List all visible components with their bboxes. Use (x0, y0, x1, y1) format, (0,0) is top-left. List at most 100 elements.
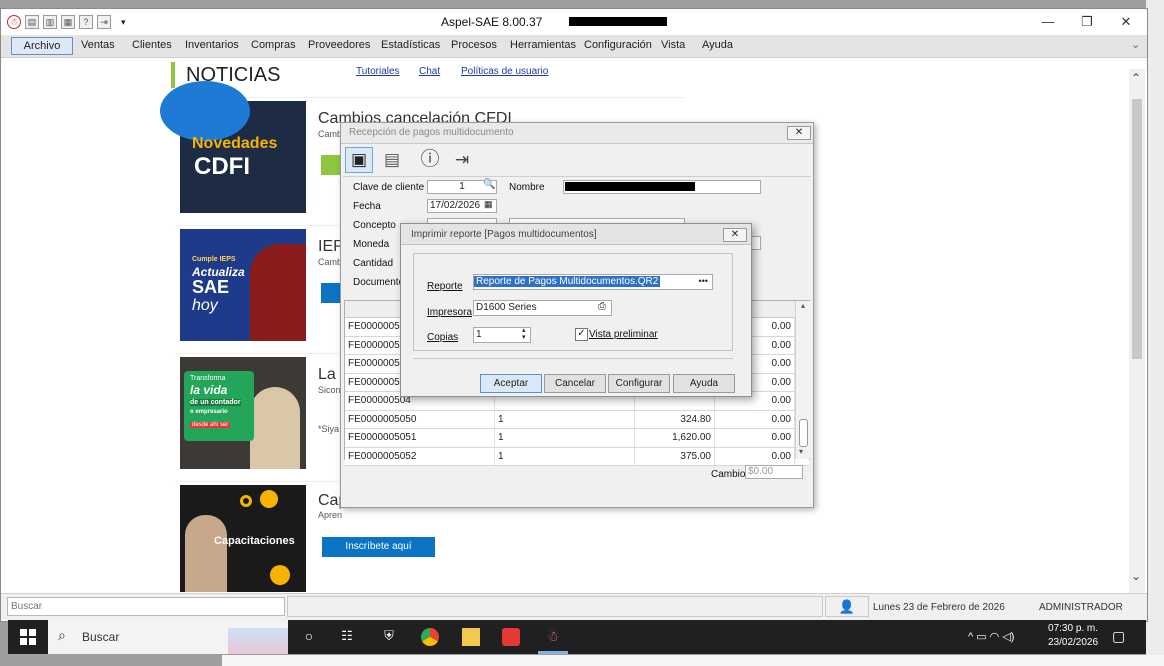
close-icon[interactable]: ✕ (723, 228, 747, 242)
news-image[interactable]: Cumple IEPS Actualiza SAE hoy (180, 229, 306, 341)
menu-vista[interactable]: Vista (661, 39, 685, 51)
menu-ventas[interactable]: Ventas (81, 39, 115, 51)
close-icon[interactable]: ✕ (787, 126, 811, 140)
printer-icon[interactable]: ⎙ (598, 301, 606, 312)
chrome-icon[interactable] (421, 628, 439, 646)
nombre-label: Nombre (509, 182, 545, 193)
link-politicas[interactable]: Políticas de usuario (461, 66, 548, 77)
concepto-label: Concepto (353, 220, 396, 231)
menu-procesos[interactable]: Procesos (451, 39, 497, 51)
aspel-logo-icon[interactable]: ☃ (7, 15, 21, 29)
chevron-down-icon[interactable]: ⌄ (1131, 38, 1140, 51)
divider (413, 358, 733, 359)
help-icon[interactable]: ? (79, 15, 93, 29)
cantidad-label: Cantidad (353, 258, 394, 269)
menu-compras[interactable]: Compras (251, 39, 296, 51)
taskbar: ⌕ Buscar ○ ☷ ⛨ ☃ ^ ▭ ◠ ◁) 07:30 p. m. 23… (8, 620, 1146, 654)
news-card-subtitle: Camb (318, 257, 343, 267)
news-image[interactable]: Novedades CDFI (160, 81, 306, 213)
tray-clock[interactable]: 07:30 p. m. 23/02/2026 (1048, 622, 1098, 650)
title-bar: ☃ ▤ ▥ ▦ ? ⇥ ▾ Aspel-SAE 8.00.37 — ❐ ✕ (1, 9, 1147, 35)
taskbar-search-box[interactable]: ⌕ Buscar (48, 620, 288, 654)
menu-clientes[interactable]: Clientes (132, 39, 172, 51)
status-date: Lunes 23 de Febrero de 2026 (873, 602, 1005, 613)
configurar-button[interactable]: Configurar (608, 374, 670, 393)
dialog-title: Recepción de pagos multidocumento (349, 127, 514, 138)
print-icon[interactable]: ▤ (379, 147, 405, 173)
cell-documento: FE0000005052 (345, 447, 495, 465)
menu-herramientas[interactable]: Herramientas (510, 39, 576, 51)
windows-start-icon[interactable] (20, 629, 36, 645)
exit-icon[interactable]: ⇥ (97, 15, 111, 29)
task-view-icon[interactable]: ○ (300, 628, 318, 646)
status-user: ADMINISTRADOR (1039, 602, 1123, 613)
inscribete-button[interactable]: Inscríbete aquí (322, 537, 435, 557)
aspel-sae-icon[interactable]: ☃ (544, 628, 562, 646)
link-chat[interactable]: Chat (419, 66, 440, 77)
vista-preliminar-checkbox[interactable]: ✓ (575, 328, 588, 341)
save-icon[interactable]: ▣ (345, 147, 373, 173)
news-card-note: *Siya (318, 424, 340, 434)
search-input[interactable] (7, 597, 285, 616)
cambio-input[interactable]: $0.00 (745, 465, 803, 479)
news-accent-bar (171, 62, 175, 88)
restore-button[interactable]: ❐ (1072, 13, 1102, 31)
close-button[interactable]: ✕ (1111, 13, 1141, 31)
exit-icon[interactable]: ⇥ (449, 147, 475, 173)
menu-inventarios[interactable]: Inventarios (185, 39, 239, 51)
aceptar-button[interactable]: Aceptar (480, 374, 542, 393)
widgets-icon[interactable]: ☷ (338, 628, 356, 646)
moneda-label: Moneda (353, 239, 390, 250)
customize-dropdown-icon[interactable]: ▾ (121, 17, 126, 28)
security-icon[interactable]: ⛨ (380, 628, 398, 646)
menu-configuracion[interactable]: Configuración (584, 39, 652, 51)
reporte-input[interactable]: Reporte de Pagos Multidocumentos.QR2 ••• (473, 274, 713, 290)
table-row[interactable]: FE0000005051 1 1,620.00 0.00 (345, 429, 809, 448)
dialog-title-bar: Imprimir reporte [Pagos multidocumentos]… (401, 224, 751, 245)
doc-icon[interactable]: ▤ (25, 15, 39, 29)
news-image[interactable]: Capacitaciones (180, 485, 306, 592)
minimize-button[interactable]: — (1033, 13, 1063, 31)
status-panel (287, 596, 823, 617)
file-explorer-icon[interactable] (462, 628, 480, 646)
user-icon: 👤 (825, 596, 869, 617)
browse-icon[interactable]: ••• (699, 275, 708, 287)
calculator-icon[interactable]: ▦ (61, 15, 75, 29)
doc-list-icon[interactable]: ▥ (43, 15, 57, 29)
spin-icon[interactable]: ▴ ▾ (522, 327, 526, 341)
calendar-icon[interactable]: ▦ (484, 199, 493, 210)
menu-ayuda[interactable]: Ayuda (702, 39, 733, 51)
menu-proveedores[interactable]: Proveedores (308, 39, 370, 51)
quick-access-toolbar: ☃ ▤ ▥ ▦ ? ⇥ ▾ (7, 13, 126, 31)
chevron-down-icon[interactable]: ⌄ (1131, 569, 1141, 583)
cancelar-button[interactable]: Cancelar (544, 374, 606, 393)
divider (343, 176, 811, 177)
copias-label: Copias (427, 332, 459, 343)
impresora-input[interactable]: D1600 Series (473, 300, 612, 316)
news-card-subtitle: Apren (318, 510, 343, 520)
menu-bar: Archivo Ventas Clientes Inventarios Comp… (1, 35, 1147, 58)
vista-preliminar-label: Vista preliminar (589, 329, 658, 340)
cell-saldo: 0.00 (715, 410, 795, 428)
news-image[interactable]: Transforma la vida de un contador o empr… (180, 357, 306, 469)
reporte-label: Reporte (427, 281, 463, 292)
system-tray-icons[interactable]: ^ ▭ ◠ ◁) (968, 630, 1014, 643)
search-icon[interactable]: 🔍 (483, 179, 495, 190)
chevron-up-icon[interactable]: ⌃ (1131, 71, 1141, 85)
ayuda-button[interactable]: Ayuda (673, 374, 735, 393)
table-row[interactable]: FE0000005052 1 375.00 0.00 (345, 447, 809, 466)
app-icon[interactable] (502, 628, 520, 646)
status-bar: 👤 Lunes 23 de Febrero de 2026 ADMINISTRA… (1, 593, 1147, 620)
table-row[interactable]: FE0000005050 1 324.80 0.00 (345, 410, 809, 429)
grid-scrollbar[interactable]: ▴ ▾ (795, 301, 810, 459)
notification-icon[interactable]: ▢ (1112, 628, 1125, 645)
link-tutoriales[interactable]: Tutoriales (356, 66, 400, 77)
cta-button[interactable] (321, 155, 341, 175)
main-scrollbar-thumb[interactable] (1132, 99, 1142, 359)
cta-button[interactable] (321, 283, 341, 303)
clave-cliente-label: Clave de cliente (353, 182, 425, 193)
background-strip (1146, 0, 1164, 666)
menu-archivo[interactable]: Archivo (11, 37, 73, 55)
help-icon[interactable]: ⓘ (417, 147, 443, 173)
menu-estadisticas[interactable]: Estadísticas (381, 39, 440, 51)
